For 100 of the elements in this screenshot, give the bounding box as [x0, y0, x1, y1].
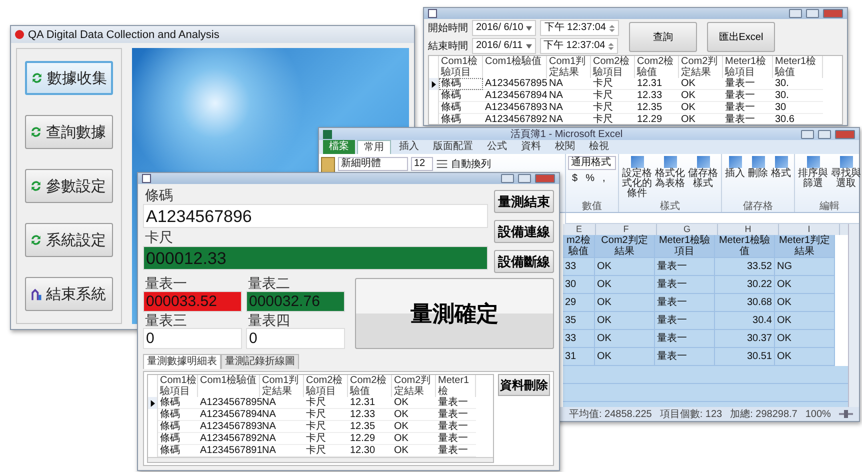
- sheet-cell: OK: [775, 312, 835, 330]
- table-cell: 量表一: [436, 409, 476, 421]
- number-format-dropdown[interactable]: 通用格式: [568, 156, 616, 170]
- ribbon-button[interactable]: 格式化為表格: [654, 156, 686, 201]
- column-header[interactable]: Com1判定結果: [547, 56, 591, 78]
- column-header[interactable]: Com2判定結果: [679, 56, 723, 78]
- query-button[interactable]: 查詢: [628, 22, 697, 52]
- number-format-button[interactable]: $: [572, 173, 578, 184]
- formula-bar[interactable]: [565, 213, 859, 224]
- time-picker[interactable]: 下午 12:37:04: [540, 20, 619, 36]
- ribbon-button[interactable]: 排序與篩選: [797, 156, 829, 201]
- table-cell: 卡尺: [304, 409, 348, 421]
- column-header[interactable]: Com1判定結果: [260, 375, 304, 397]
- date-picker[interactable]: 2016/ 6/10: [472, 20, 536, 36]
- ribbon-button[interactable]: 格式: [770, 156, 792, 201]
- ribbon-tab[interactable]: 常用: [357, 140, 391, 154]
- side-button[interactable]: 設備斷線: [494, 250, 554, 273]
- number-format-button[interactable]: ,: [602, 173, 606, 184]
- ribbon-button[interactable]: 插入: [724, 156, 746, 201]
- menu-button[interactable]: 查詢數據: [25, 115, 113, 149]
- column-header[interactable]: Meter1檢驗值: [773, 56, 823, 78]
- column-header[interactable]: Com1檢驗項目: [158, 375, 198, 397]
- ribbon-tab[interactable]: 檔案: [323, 140, 355, 154]
- column-header[interactable]: Com1檢驗項目: [439, 56, 483, 78]
- ribbon-tab[interactable]: 公式: [481, 140, 513, 154]
- side-button[interactable]: 量測結束: [494, 190, 554, 213]
- field-label: 量表二: [247, 275, 291, 291]
- minimize-button[interactable]: [789, 9, 802, 18]
- zoom-slider-thumb[interactable]: [844, 410, 848, 418]
- ribbon-button[interactable]: 儲存格樣式: [687, 156, 719, 201]
- column-header[interactable]: Com1檢驗值: [483, 56, 547, 78]
- table-cell: 12.29: [348, 433, 392, 445]
- table-cell: 12.35: [635, 102, 679, 114]
- ribbon-tab[interactable]: 版面配置: [427, 140, 479, 154]
- column-header[interactable]: Com2檢驗項目: [591, 56, 635, 78]
- number-format-button[interactable]: %: [586, 173, 594, 184]
- table-cell: 量表一: [723, 114, 773, 124]
- close-button[interactable]: [835, 130, 855, 138]
- table-cell: 卡尺: [304, 421, 348, 433]
- query-button[interactable]: 匯出Excel: [706, 22, 775, 52]
- value-field[interactable]: 0: [246, 328, 345, 349]
- menu-button[interactable]: 數據收集: [25, 61, 113, 95]
- column-header[interactable]: Com2判定結果: [392, 375, 436, 397]
- date-picker[interactable]: 2016/ 6/11: [472, 38, 536, 54]
- delete-button[interactable]: 資料刪除: [498, 374, 550, 396]
- value-field[interactable]: 000033.52: [143, 291, 242, 312]
- ribbon-tab[interactable]: 資料: [515, 140, 547, 154]
- column-header[interactable]: Meter1檢驗項目: [723, 56, 773, 78]
- minimize-button[interactable]: [501, 174, 514, 183]
- maximize-button[interactable]: [818, 130, 831, 138]
- menu-button[interactable]: 結束系統: [25, 277, 113, 311]
- maximize-button[interactable]: [806, 9, 819, 18]
- confirm-button[interactable]: 量測確定: [355, 278, 554, 349]
- menu-button[interactable]: 參數設定: [25, 169, 113, 203]
- column-header[interactable]: Com1檢驗值: [198, 375, 260, 397]
- align-icon[interactable]: [436, 159, 448, 169]
- table-cell: 12.31: [348, 397, 392, 409]
- sheet-cell: 29: [563, 294, 595, 312]
- table-cell: OK: [679, 114, 723, 124]
- column-header[interactable]: Meter1檢: [436, 375, 476, 397]
- font-size-dropdown[interactable]: 12: [411, 157, 433, 171]
- status-text: 平均值: 24858.225: [569, 408, 652, 421]
- wrap-text-button[interactable]: 自動換列: [451, 157, 491, 171]
- column-header[interactable]: Com2檢驗值: [348, 375, 392, 397]
- time-picker[interactable]: 下午 12:37:04: [540, 38, 618, 54]
- table-cell: OK: [392, 409, 436, 421]
- row-header[interactable]: [148, 397, 158, 409]
- sheet-cell: 30.51: [715, 348, 775, 366]
- sheet-cell: 30: [563, 276, 595, 294]
- table-cell: 量表一: [436, 421, 476, 433]
- minimize-button[interactable]: [801, 130, 814, 138]
- paste-icon[interactable]: [321, 157, 335, 173]
- table-cell: 30.: [773, 78, 823, 90]
- ribbon-button[interactable]: 刪除: [747, 156, 769, 201]
- row-header[interactable]: [429, 78, 439, 90]
- app-icon: [142, 174, 151, 183]
- sheet-cell: 33: [563, 330, 595, 348]
- zoom-level: 100%: [805, 408, 831, 420]
- ribbon-tab[interactable]: 插入: [393, 140, 425, 154]
- column-header[interactable]: Com2檢驗值: [635, 56, 679, 78]
- value-field[interactable]: A1234567896: [143, 204, 488, 228]
- ribbon-tab[interactable]: 校閱: [549, 140, 581, 154]
- value-field[interactable]: 0: [143, 328, 242, 349]
- menu-button[interactable]: 系統設定: [25, 223, 113, 257]
- sheet-cell: Meter1檢驗項目: [655, 235, 715, 258]
- scrollbar[interactable]: [848, 224, 859, 407]
- ribbon-button[interactable]: 設定格式化的條件: [621, 156, 653, 201]
- sheet-cell: Com2判定結果: [595, 235, 655, 258]
- ribbon-tab[interactable]: 檢視: [583, 140, 615, 154]
- side-button[interactable]: 設備連線: [494, 220, 554, 243]
- font-dropdown[interactable]: 新細明體: [338, 157, 408, 171]
- sheet-cell: OK: [775, 294, 835, 312]
- table-cell: 卡尺: [591, 90, 635, 102]
- ribbon-button[interactable]: 尋找與選取: [830, 156, 862, 201]
- sheet-cell: 33.52: [715, 258, 775, 276]
- maximize-button[interactable]: [518, 174, 531, 183]
- tab[interactable]: 量測數據明細表: [143, 354, 221, 369]
- table-cell: 量表一: [436, 397, 476, 409]
- column-header[interactable]: Com2檢驗項目: [304, 375, 348, 397]
- tab[interactable]: 量測記錄折線圖: [221, 354, 299, 369]
